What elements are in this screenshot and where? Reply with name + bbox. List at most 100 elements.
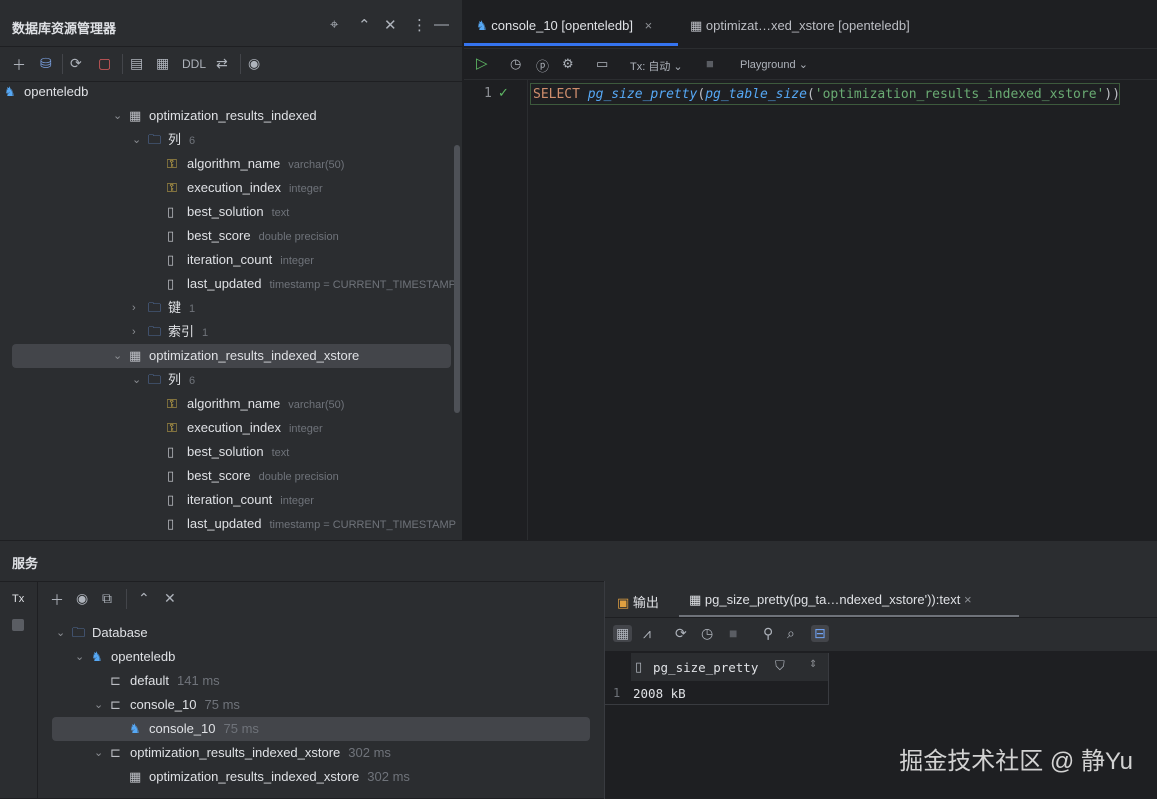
- tree-item[interactable]: › 🗀 索引 1: [12, 320, 451, 344]
- more-options-icon[interactable]: ⋮: [412, 16, 427, 34]
- services-title: 服务: [12, 556, 39, 571]
- tree-item[interactable]: ♞ console_10 75 ms: [52, 717, 590, 741]
- pin-icon[interactable]: ⚲: [763, 625, 773, 642]
- console-icon[interactable]: ▤: [130, 55, 143, 72]
- collapse-all-icon[interactable]: ✕: [384, 16, 397, 34]
- explain-plan-icon[interactable]: ⓟ: [536, 56, 549, 75]
- tree-item-label: optimization_results_indexed_xstore: [149, 769, 360, 784]
- tree-item[interactable]: ⌄ 🗀 Database: [52, 621, 590, 645]
- new-tab-icon[interactable]: ⧉: [102, 590, 112, 607]
- datasource-properties-icon[interactable]: ⛁: [40, 55, 52, 72]
- settings-icon[interactable]: ⚙: [562, 56, 574, 72]
- tree-item-label: best_solution: [187, 204, 264, 219]
- run-icon[interactable]: ▷: [476, 54, 488, 72]
- tree-item[interactable]: ▯ last_updated timestamp = CURRENT_TIMESTA…: [12, 272, 456, 296]
- tx-mode-dropdown[interactable]: Tx: 自动 ⌄: [630, 58, 683, 74]
- stop-icon[interactable]: [12, 619, 24, 631]
- key-column-icon: ⚿: [167, 396, 177, 411]
- tree-item-label: 索引: [168, 324, 195, 339]
- tree-item[interactable]: ⌄ ▦ optimization_results_indexed: [12, 104, 451, 128]
- tree-item[interactable]: ▯ last_updated timestamp = CURRENT_TIMESTA…: [12, 512, 456, 536]
- tree-item[interactable]: ▯ iteration_count integer: [12, 248, 451, 272]
- disconnect-icon[interactable]: ▢: [98, 55, 111, 72]
- refresh-icon[interactable]: ⟳: [675, 625, 687, 642]
- table-row[interactable]: 1 2008 kB: [605, 681, 829, 705]
- tree-item[interactable]: ⌄ ♞ openteledb: [52, 645, 590, 669]
- chevron-right-icon[interactable]: ›: [132, 320, 136, 344]
- chevron-down-icon[interactable]: ⌄: [113, 104, 122, 128]
- add-icon[interactable]: ＋: [50, 590, 64, 610]
- cell-value[interactable]: 2008 kB: [633, 686, 686, 701]
- chevron-right-icon[interactable]: ›: [132, 296, 136, 320]
- locate-icon[interactable]: ⌖: [330, 16, 338, 33]
- refresh-icon[interactable]: ⟳: [70, 55, 82, 72]
- chevron-down-icon[interactable]: ⌄: [113, 344, 122, 368]
- tx-column: Tx: [0, 581, 38, 799]
- table-icon[interactable]: ▦: [156, 55, 169, 72]
- collapse-all-icon[interactable]: ✕: [164, 590, 176, 607]
- tree-item[interactable]: ▯ iteration_count integer: [12, 488, 451, 512]
- tab-table-xstore[interactable]: ▦ optimizat…xed_xstore [openteledb]: [690, 0, 910, 46]
- expand-all-icon[interactable]: ⌃: [358, 16, 371, 34]
- chevron-down-icon[interactable]: ⌄: [94, 693, 103, 717]
- add-icon[interactable]: ＋: [12, 55, 26, 75]
- sort-icon[interactable]: ⇕: [809, 659, 817, 670]
- tree-item[interactable]: ♞ openteledb: [4, 80, 451, 104]
- chevron-down-icon[interactable]: ⌄: [75, 645, 84, 669]
- tree-item[interactable]: ⚿ execution_index integer: [12, 416, 451, 440]
- view-icon[interactable]: ◉: [76, 590, 88, 607]
- ddl-button[interactable]: DDL: [182, 57, 206, 71]
- chart-view-icon[interactable]: ⩘: [643, 625, 651, 642]
- table-icon: ▦: [690, 18, 703, 33]
- tree-item[interactable]: ⚿ algorithm_name varchar(50): [12, 392, 451, 416]
- sql-code-line[interactable]: SELECT pg_size_pretty(pg_table_size('opt…: [530, 83, 1120, 105]
- tree-item[interactable]: ⚿ algorithm_name varchar(50): [12, 152, 451, 176]
- stop-icon[interactable]: ■: [729, 625, 737, 641]
- tree-item-hint: integer: [288, 183, 323, 195]
- playground-dropdown[interactable]: Playground ⌄: [740, 58, 808, 71]
- close-tab-icon[interactable]: ×: [964, 592, 972, 607]
- chevron-down-icon[interactable]: ⌄: [56, 621, 65, 645]
- expand-all-icon[interactable]: ⌃: [138, 590, 150, 607]
- history-icon[interactable]: ◷: [701, 625, 713, 642]
- close-tab-icon[interactable]: ×: [645, 18, 653, 33]
- column-header[interactable]: ▯ pg_size_pretty ⛉ ⇕: [631, 653, 829, 681]
- history-icon[interactable]: ◷: [510, 56, 521, 72]
- filter-columns-icon[interactable]: ⊟: [811, 625, 829, 642]
- search-icon[interactable]: ⌕: [787, 625, 795, 642]
- layout-icon[interactable]: ▭: [596, 56, 608, 72]
- grid-view-icon[interactable]: ▦: [613, 625, 633, 642]
- tree-item-label: execution_index: [187, 180, 281, 195]
- minimize-icon[interactable]: —: [434, 16, 449, 33]
- stop-icon[interactable]: ■: [706, 56, 714, 71]
- compare-icon[interactable]: ⇄: [216, 55, 228, 72]
- view-options-icon[interactable]: ◉: [248, 55, 260, 72]
- tab-console-10[interactable]: ♞ console_10 [openteledb] ×: [476, 0, 652, 46]
- tree-item[interactable]: ▯ best_solution text: [12, 200, 451, 224]
- tree-item[interactable]: ⌄ ⊏ console_10 75 ms: [52, 693, 590, 717]
- success-check-icon: ✓: [498, 85, 509, 100]
- tree-item[interactable]: ⌄ ▦ optimization_results_indexed_xstore: [12, 344, 451, 368]
- tree-item[interactable]: ▯ best_score double precision: [12, 224, 451, 248]
- filter-icon[interactable]: ⛉: [775, 658, 785, 674]
- tree-item[interactable]: ▦ optimization_results_indexed_xstore 302 …: [52, 765, 590, 789]
- chevron-down-icon[interactable]: ⌄: [132, 368, 141, 392]
- chevron-down-icon[interactable]: ⌄: [132, 128, 141, 152]
- tree-item[interactable]: ⌄ ⊏ optimization_results_indexed_xstore 302…: [52, 741, 590, 765]
- folder-icon: 🗀: [72, 625, 86, 640]
- tree-item[interactable]: › 🗀 键 1: [12, 296, 451, 320]
- tree-item[interactable]: ⌄ 🗀 列 6: [12, 368, 451, 392]
- folder-icon: 🗀: [148, 132, 162, 147]
- tree-item[interactable]: ▯ best_solution text: [12, 440, 451, 464]
- chevron-down-icon[interactable]: ⌄: [94, 741, 103, 765]
- tree-item[interactable]: ⊏ default 141 ms: [52, 669, 590, 693]
- output-tab[interactable]: ▣ 输出: [617, 592, 659, 611]
- sql-keyword: SELECT: [533, 87, 580, 102]
- explorer-scrollbar[interactable]: [454, 145, 460, 413]
- tree-item[interactable]: ⚿ execution_index integer: [12, 176, 451, 200]
- tree-item-label: optimization_results_indexed_xstore: [130, 745, 341, 760]
- tree-item-label: optimization_results_indexed_xstore: [149, 348, 360, 363]
- tree-item[interactable]: ⌄ 🗀 列 6: [12, 128, 451, 152]
- tree-item[interactable]: ▯ best_score double precision: [12, 464, 451, 488]
- result-tab[interactable]: ▦ pg_size_pretty(pg_ta…ndexed_xstore')):…: [689, 592, 972, 608]
